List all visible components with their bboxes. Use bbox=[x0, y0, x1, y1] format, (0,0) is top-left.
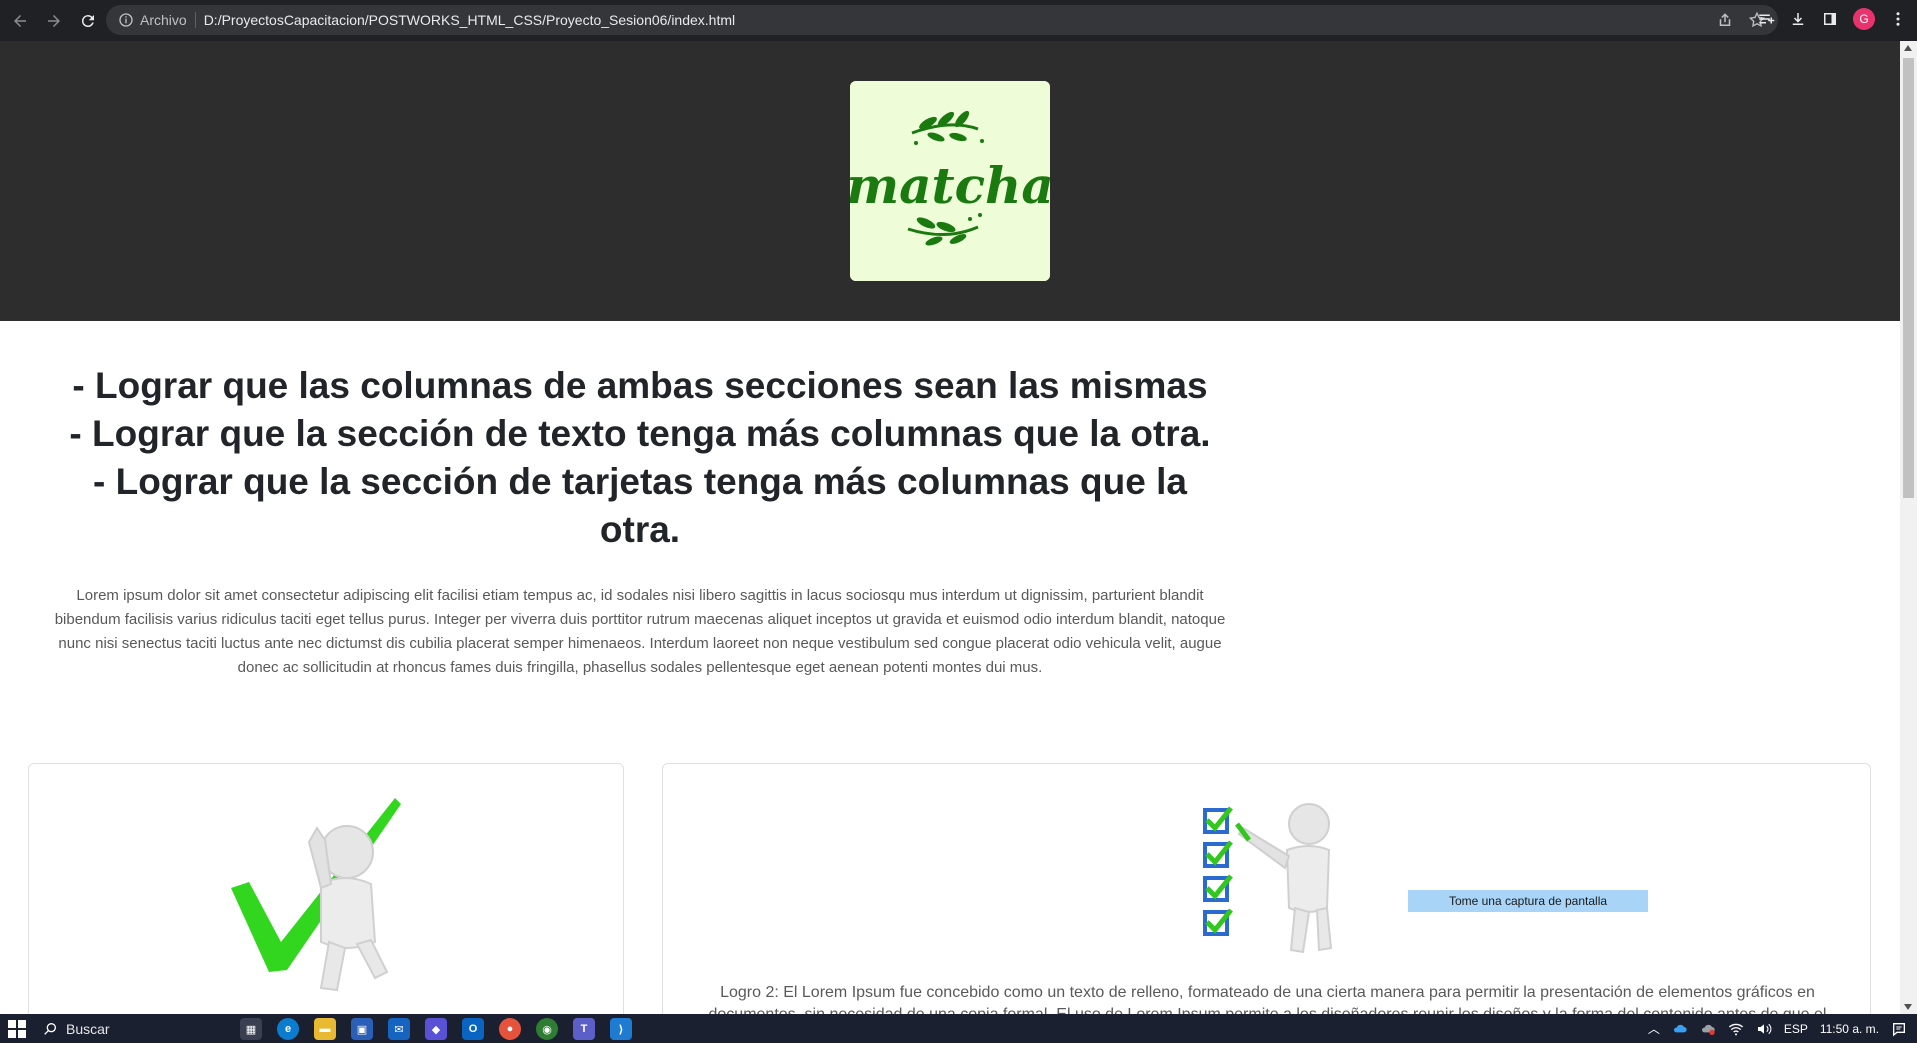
app-red-icon[interactable]: ● bbox=[499, 1018, 521, 1040]
side-panel-icon[interactable] bbox=[1821, 10, 1839, 28]
arrow-right-icon bbox=[48, 14, 60, 27]
intro-paragraph: Lorem ipsum dolor sit amet consectetur a… bbox=[54, 587, 1226, 676]
hero-banner: matcha bbox=[0, 41, 1900, 321]
taskbar-search[interactable]: Buscar bbox=[42, 1021, 232, 1037]
search-label: Buscar bbox=[66, 1020, 110, 1037]
chrome-icon[interactable]: ◉ bbox=[536, 1018, 558, 1040]
download-icon[interactable] bbox=[1789, 10, 1807, 28]
arrow-left-icon bbox=[14, 14, 26, 27]
start-button[interactable] bbox=[8, 1019, 26, 1038]
green-check-icon bbox=[231, 798, 401, 972]
info-icon[interactable] bbox=[118, 12, 134, 28]
headline-line-3: - Lograr que la sección de tarjetas teng… bbox=[93, 461, 1187, 550]
menu-dots-icon[interactable] bbox=[1889, 10, 1907, 28]
tray-chevron-icon[interactable]: ︿ bbox=[1648, 1020, 1660, 1037]
file-explorer-icon[interactable]: ▬ bbox=[314, 1018, 336, 1040]
headline-line-1: - Lograr que las columnas de ambas secci… bbox=[72, 365, 1208, 406]
mail-icon[interactable]: ✉ bbox=[388, 1018, 410, 1040]
system-tray: ︿ ESP 11:50 a. m. bbox=[1648, 1014, 1907, 1043]
checklist-figure-image bbox=[1203, 803, 1333, 954]
page-scrollbar[interactable] bbox=[1900, 41, 1917, 1014]
card-logro-1 bbox=[28, 763, 624, 1014]
windows-taskbar: Buscar ▦ e ▬ ▣ ✉ ◆ O ● ◉ T ⟩ ︿ ESP 11:50… bbox=[0, 1014, 1917, 1043]
back-button[interactable] bbox=[6, 7, 34, 35]
edge-icon[interactable]: e bbox=[277, 1018, 299, 1040]
reload-icon bbox=[81, 14, 94, 27]
clock[interactable]: 11:50 a. m. bbox=[1820, 1022, 1879, 1036]
card-2-text: Logro 2: El Lorem Ipsum fue concebido co… bbox=[709, 984, 1827, 1014]
matcha-logo-image: matcha bbox=[850, 81, 1050, 281]
task-view-icon[interactable]: ▦ bbox=[240, 1018, 262, 1040]
teams-icon[interactable]: T bbox=[573, 1018, 595, 1040]
browser-toolbar: Archivo D:/ProyectosCapacitacion/POSTWOR… bbox=[0, 0, 1917, 41]
search-icon bbox=[44, 1022, 56, 1035]
pinned-apps: ▦ e ▬ ▣ ✉ ◆ O ● ◉ T ⟩ bbox=[240, 1018, 632, 1040]
address-bar[interactable]: Archivo D:/ProyectosCapacitacion/POSTWOR… bbox=[106, 5, 1778, 35]
page-headline: - Lograr que las columnas de ambas secci… bbox=[28, 362, 1252, 554]
vscode-icon[interactable]: ⟩ bbox=[610, 1018, 632, 1040]
logo-text: matcha bbox=[850, 156, 1050, 215]
reading-list-icon[interactable] bbox=[1757, 10, 1775, 28]
card-logro-2: Logro 2: El Lorem Ipsum fue concebido co… bbox=[662, 763, 1871, 1014]
screenshot-tooltip: Tome una captura de pantalla bbox=[1408, 890, 1648, 912]
page-viewport: matcha - Lograr que las columnas de amba… bbox=[0, 41, 1900, 1014]
matcha-logo: matcha bbox=[850, 81, 1050, 281]
outlook-icon[interactable]: O bbox=[462, 1018, 484, 1040]
checkmark-figure-image bbox=[231, 798, 401, 992]
scroll-up-arrow[interactable] bbox=[1904, 45, 1912, 51]
language-indicator[interactable]: ESP bbox=[1784, 1022, 1808, 1036]
wifi-icon[interactable] bbox=[1728, 1021, 1744, 1037]
url-text[interactable]: D:/ProyectosCapacitacion/POSTWORKS_HTML_… bbox=[204, 12, 735, 28]
share-icon[interactable] bbox=[1716, 11, 1734, 29]
onedrive-icon[interactable] bbox=[1672, 1021, 1688, 1037]
notifications-icon[interactable] bbox=[1891, 1021, 1907, 1037]
matcha-wordmark: matcha bbox=[850, 156, 1050, 215]
reload-button[interactable] bbox=[74, 7, 102, 35]
store-icon[interactable]: ▣ bbox=[351, 1018, 373, 1040]
scroll-thumb[interactable] bbox=[1903, 58, 1914, 498]
app-icon[interactable]: ◆ bbox=[425, 1018, 447, 1040]
scheme-label: Archivo bbox=[140, 12, 187, 28]
volume-icon[interactable] bbox=[1756, 1021, 1772, 1037]
toolbar-actions: G bbox=[1757, 8, 1907, 30]
profile-avatar[interactable]: G bbox=[1853, 8, 1875, 30]
main-content: - Lograr que las columnas de ambas secci… bbox=[28, 362, 1252, 680]
cloud-warning-icon[interactable] bbox=[1700, 1021, 1716, 1037]
omnibox-separator bbox=[194, 12, 196, 28]
scroll-down-arrow[interactable] bbox=[1904, 1004, 1912, 1010]
headline-line-2: - Lograr que la sección de texto tenga m… bbox=[69, 413, 1211, 454]
forward-button[interactable] bbox=[40, 7, 68, 35]
